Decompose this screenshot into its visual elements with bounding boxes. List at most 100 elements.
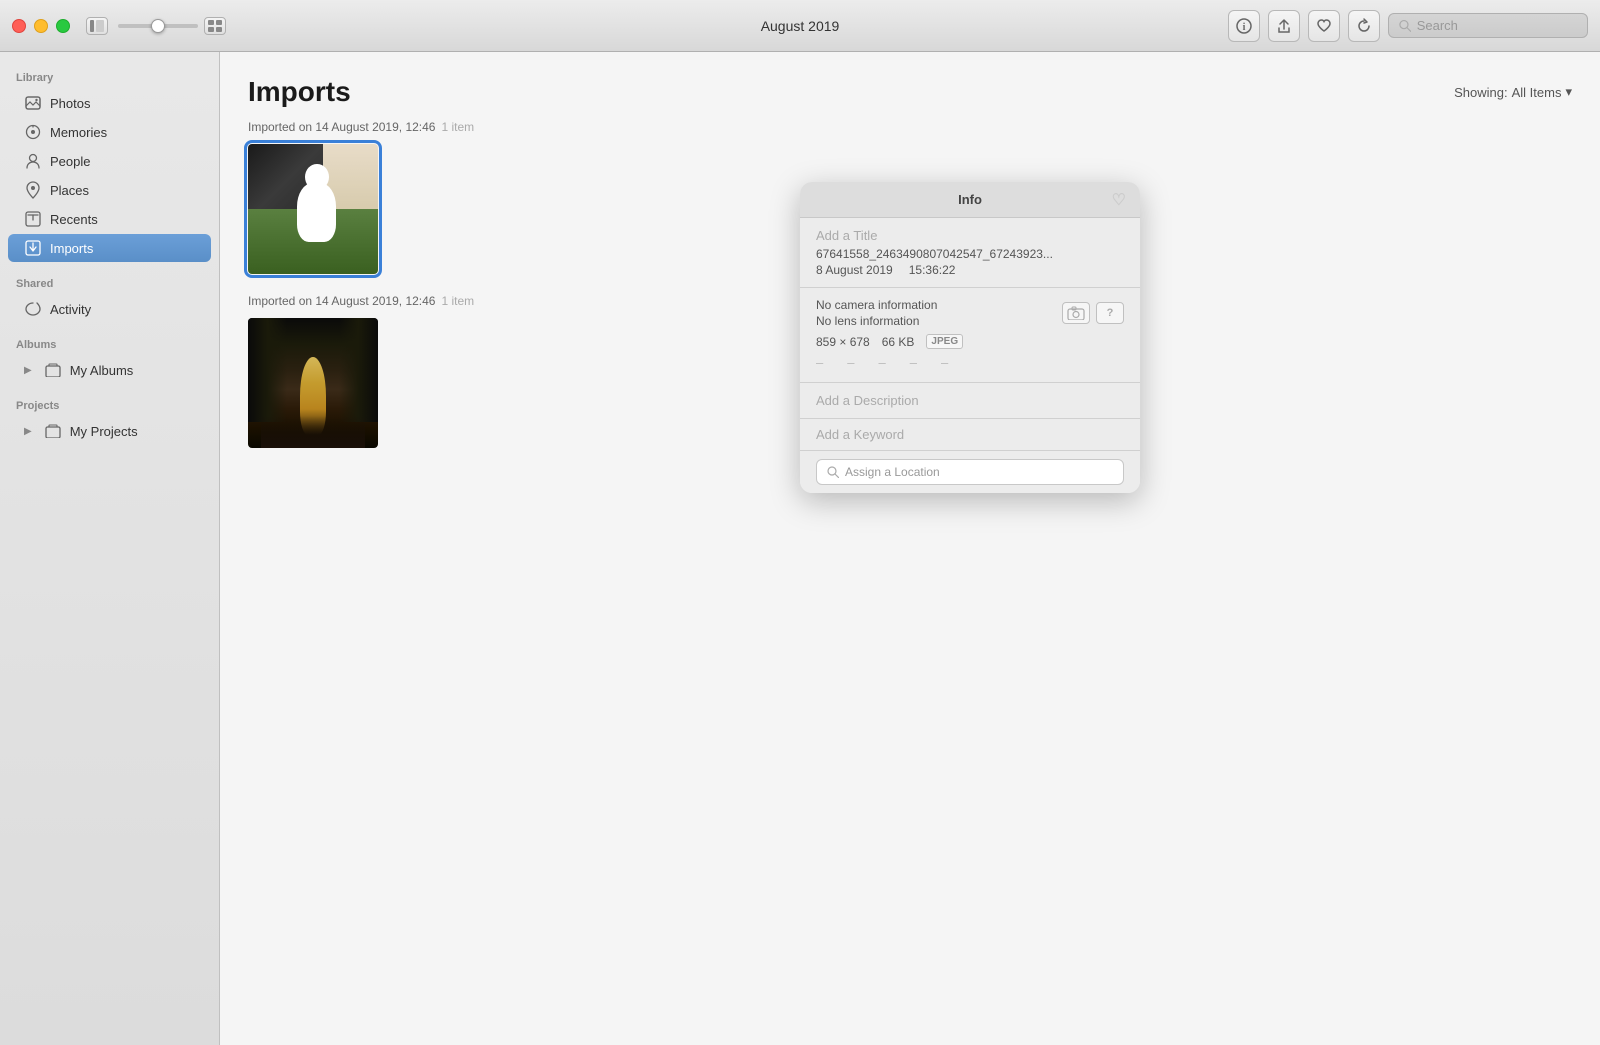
projects-expander-icon[interactable]: ▶ <box>24 426 32 437</box>
info-panel-heart-button[interactable]: ♡ <box>1112 190 1126 210</box>
fullscreen-button[interactable] <box>56 19 70 33</box>
assign-location-field[interactable]: Assign a Location <box>816 459 1124 485</box>
info-date: 8 August 2019 <box>816 263 893 277</box>
dash-2: – <box>847 355 854 370</box>
location-search-icon <box>827 466 839 478</box>
albums-expander-icon[interactable]: ▶ <box>24 365 32 376</box>
info-button[interactable]: i <box>1228 10 1260 42</box>
titlebar: August 2019 i <box>0 0 1600 52</box>
location-placeholder-text: Assign a Location <box>845 465 940 479</box>
info-time: 15:36:22 <box>909 263 956 277</box>
zoom-slider-thumb[interactable] <box>151 19 165 33</box>
close-button[interactable] <box>12 19 26 33</box>
my-projects-label: My Projects <box>70 424 138 439</box>
activity-label: Activity <box>50 302 91 317</box>
page-title: Imports <box>248 76 351 108</box>
sidebar-toggle-button[interactable] <box>86 17 108 35</box>
my-albums-icon <box>44 361 62 379</box>
main-content: Imports Showing: All Items ▾ Imported on… <box>220 52 1600 1045</box>
info-dimensions: 859 × 678 <box>816 335 870 349</box>
albums-section-label: Albums <box>0 331 219 355</box>
people-icon <box>24 152 42 170</box>
sidebar-item-places[interactable]: Places <box>8 176 211 204</box>
no-lens-text: No lens information <box>816 314 937 328</box>
import-group-2-date: Imported on 14 August 2019, 12:46 <box>248 294 435 308</box>
sidebar-item-memories[interactable]: Memories <box>8 118 211 146</box>
sidebar-item-imports[interactable]: Imports <box>8 234 211 262</box>
my-albums-label: My Albums <box>70 363 134 378</box>
app-body: Library Photos Memories <box>0 52 1600 1045</box>
minimize-button[interactable] <box>34 19 48 33</box>
import-group-1-count: 1 item <box>441 120 474 134</box>
showing-chevron-icon: ▾ <box>1565 84 1572 100</box>
info-filesize: 66 KB <box>882 335 915 349</box>
info-dashes-row: – – – – – <box>816 349 1124 372</box>
titlebar-actions: i <box>1228 10 1588 42</box>
photo-thumb-2[interactable] <box>248 318 378 448</box>
search-icon <box>1399 19 1411 32</box>
search-bar[interactable] <box>1388 13 1588 38</box>
dash-3: – <box>878 355 885 370</box>
share-button[interactable] <box>1268 10 1300 42</box>
search-input[interactable] <box>1417 18 1577 33</box>
sidebar-item-my-albums[interactable]: ▶ My Albums <box>8 356 211 384</box>
dash-5: – <box>941 355 948 370</box>
recents-label: Recents <box>50 212 98 227</box>
info-camera-row: No camera information No lens informatio… <box>816 298 1124 328</box>
add-title-field[interactable]: Add a Title <box>816 228 1124 243</box>
content-header: Imports Showing: All Items ▾ <box>220 52 1600 120</box>
showing-label: Showing: <box>1454 85 1507 100</box>
import-group-1-date: Imported on 14 August 2019, 12:46 <box>248 120 435 134</box>
info-camera-icons: ? <box>1062 302 1124 324</box>
import-group-1-header: Imported on 14 August 2019, 12:46 1 item <box>248 120 1572 134</box>
sidebar-item-my-projects[interactable]: ▶ My Projects <box>8 417 211 445</box>
info-camera-section: No camera information No lens informatio… <box>800 288 1140 383</box>
photos-label: Photos <box>50 96 90 111</box>
sidebar-item-photos[interactable]: Photos <box>8 89 211 117</box>
dash-1: – <box>816 355 823 370</box>
camera-raw-icon <box>1062 302 1090 324</box>
info-panel: Info ♡ Add a Title 67641558_246349080704… <box>800 182 1140 493</box>
info-title-section: Add a Title 67641558_2463490807042547_67… <box>800 218 1140 288</box>
people-label: People <box>50 154 90 169</box>
sidebar-item-activity[interactable]: Activity <box>8 295 211 323</box>
info-panel-title: Info <box>958 192 982 207</box>
showing-value: All Items <box>1512 85 1562 100</box>
svg-text:i: i <box>1243 22 1246 33</box>
add-description-field[interactable]: Add a Description <box>800 383 1140 419</box>
imports-label: Imports <box>50 241 93 256</box>
titlebar-controls <box>86 17 226 35</box>
photo-thumb-1[interactable] <box>248 144 378 274</box>
info-location-row: Assign a Location <box>800 451 1140 493</box>
sidebar-item-people[interactable]: People <box>8 147 211 175</box>
library-section-label: Library <box>0 64 219 88</box>
view-toggle-button[interactable] <box>204 17 226 35</box>
camera-question-icon: ? <box>1096 302 1124 324</box>
add-keyword-field[interactable]: Add a Keyword <box>800 419 1140 451</box>
shared-section-label: Shared <box>0 270 219 294</box>
sidebar: Library Photos Memories <box>0 52 220 1045</box>
import-group-2-count: 1 item <box>441 294 474 308</box>
places-icon <box>24 181 42 199</box>
showing-filter[interactable]: Showing: All Items ▾ <box>1454 84 1572 100</box>
info-filename: 67641558_2463490807042547_67243923... <box>816 247 1124 261</box>
rotate-button[interactable] <box>1348 10 1380 42</box>
zoom-slider-track[interactable] <box>118 24 198 28</box>
info-panel-header: Info ♡ <box>800 182 1140 218</box>
dash-4: – <box>910 355 917 370</box>
memories-label: Memories <box>50 125 107 140</box>
favorite-button[interactable] <box>1308 10 1340 42</box>
photos-icon <box>24 94 42 112</box>
info-specs-row: 859 × 678 66 KB JPEG <box>816 334 1124 349</box>
memories-icon <box>24 123 42 141</box>
places-label: Places <box>50 183 89 198</box>
imports-icon <box>24 239 42 257</box>
info-format-badge: JPEG <box>926 334 963 349</box>
recents-icon <box>24 210 42 228</box>
traffic-lights <box>12 19 70 33</box>
activity-icon <box>24 300 42 318</box>
my-projects-icon <box>44 422 62 440</box>
projects-section-label: Projects <box>0 392 219 416</box>
sidebar-item-recents[interactable]: Recents <box>8 205 211 233</box>
info-date-row: 8 August 2019 15:36:22 <box>816 263 1124 277</box>
